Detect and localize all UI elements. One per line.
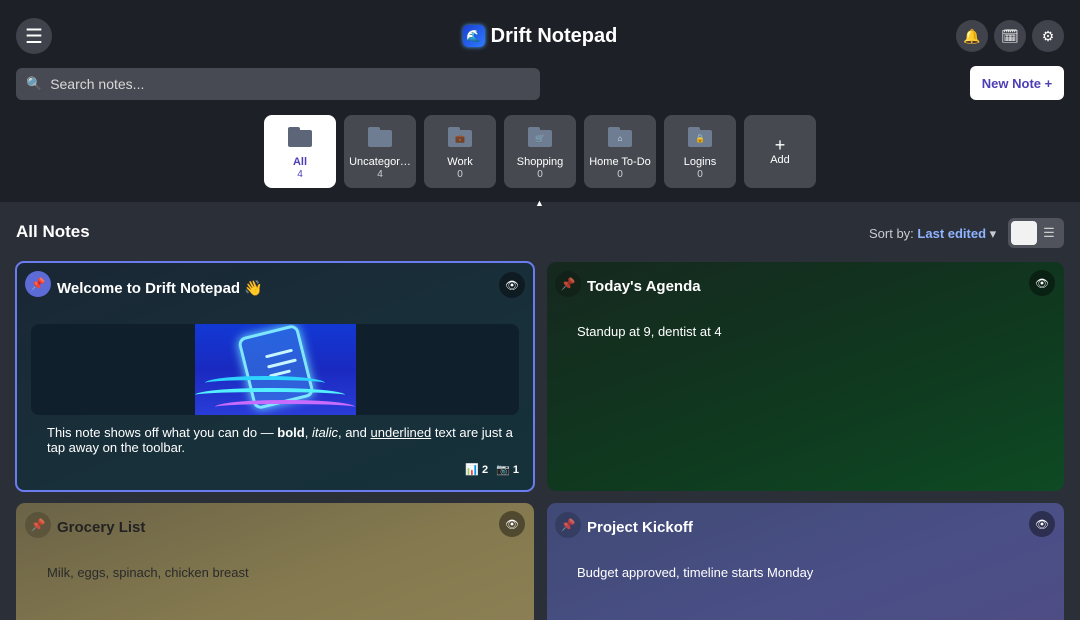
folder-count: 4	[377, 169, 383, 180]
folder-bar: All 4 Uncategor… 4 💼 Work 0 🛒 Shopping 0…	[264, 115, 816, 188]
preview-button[interactable]: 👁	[1029, 511, 1055, 537]
preview-button[interactable]: 👁	[1029, 270, 1055, 296]
sort-value: Last edited	[917, 226, 987, 241]
briefcase-folder-icon: 💼	[448, 127, 472, 147]
folder-shopping[interactable]: 🛒 Shopping 0	[504, 115, 576, 188]
add-folder-label: Add	[770, 154, 790, 166]
folder-name: All	[292, 156, 308, 168]
list-view-button[interactable]: ☰	[1037, 225, 1061, 241]
notepad-illustration	[195, 324, 356, 415]
preview-button[interactable]: 👁	[499, 272, 525, 298]
page-title: All Notes	[16, 222, 90, 241]
folder-count: 0	[697, 169, 703, 180]
chart-icon: 📊	[465, 464, 479, 476]
camera-icon: 📷	[496, 464, 510, 476]
pin-icon: 📌	[560, 277, 576, 291]
eye-icon: 👁	[1035, 518, 1049, 531]
home-folder-icon: ⌂	[608, 127, 632, 147]
pin-button[interactable]: 📌	[555, 271, 581, 297]
note-preview-text: Standup at 9, dentist at 4	[577, 324, 722, 339]
folder-logins[interactable]: 🔒 Logins 0	[664, 115, 736, 188]
collapse-caret-icon[interactable]: ▲	[535, 198, 544, 208]
sort-control[interactable]: Sort by: Last edited ▾	[869, 226, 996, 242]
note-card-project[interactable]: 📌 Project Kickoff 👁 Budget approved, tim…	[547, 503, 1064, 620]
app-title-bar: 🌊 Drift Notepad	[0, 24, 1080, 48]
app-header: ☰ 🌊 Drift Notepad 🔔 🗓 ⚙ 🔍 New Note + All…	[0, 0, 1080, 202]
eye-icon: 👁	[505, 518, 519, 531]
cart-folder-icon: 🛒	[528, 127, 552, 147]
folder-name: Shopping	[516, 156, 564, 168]
folder-count: 0	[617, 169, 623, 180]
app-logo-icon: 🌊	[462, 25, 485, 47]
settings-button[interactable]: ⚙	[1032, 20, 1064, 52]
pin-button[interactable]: 📌	[25, 512, 51, 538]
folder-work[interactable]: 💼 Work 0	[424, 115, 496, 188]
new-note-button[interactable]: New Note +	[970, 66, 1064, 100]
notifications-button[interactable]: 🔔	[956, 20, 988, 52]
note-title: Welcome to Drift Notepad 👋	[57, 280, 263, 297]
folder-name: Logins	[683, 156, 717, 168]
grid-view-button[interactable]	[1011, 221, 1037, 245]
search-bar: 🔍	[16, 68, 540, 100]
folder-name: Home To-Do	[589, 156, 651, 168]
folder-count: 4	[297, 169, 303, 180]
note-preview-text: Budget approved, timeline starts Monday	[577, 565, 814, 580]
chevron-down-icon: ▾	[989, 226, 997, 241]
preview-button[interactable]: 👁	[499, 511, 525, 537]
gear-icon: ⚙	[1041, 27, 1055, 44]
pin-icon: 📌	[560, 518, 576, 532]
calendar-icon: 🗓	[1001, 27, 1019, 44]
folder-all[interactable]: All 4	[264, 115, 336, 188]
app-title: Drift Notepad	[490, 24, 618, 47]
eye-icon: 👁	[505, 279, 519, 292]
view-toggle: ☰	[1008, 218, 1064, 248]
folder-count: 0	[537, 169, 543, 180]
pin-icon: 📌	[30, 518, 46, 532]
note-title: Today's Agenda	[587, 278, 701, 295]
note-image-strip	[31, 324, 519, 415]
pin-icon: 📌	[30, 277, 46, 291]
folder-icon	[368, 127, 392, 147]
folder-name: Work	[447, 156, 473, 168]
note-title: Grocery List	[57, 519, 146, 536]
note-preview-text: This note shows off what you can do — bo…	[47, 425, 513, 455]
search-icon: 🔍	[26, 76, 43, 91]
folder-icon	[288, 127, 312, 147]
note-title: Project Kickoff	[587, 519, 693, 536]
lock-folder-icon: 🔒	[688, 127, 712, 147]
charts-count: 📊 2	[465, 464, 489, 476]
folder-home-todo[interactable]: ⌂ Home To-Do 0	[584, 115, 656, 188]
photos-count: 📷 1	[496, 464, 519, 476]
folder-count: 0	[457, 169, 463, 180]
folder-uncategorized[interactable]: Uncategor… 4	[344, 115, 416, 188]
bell-icon: 🔔	[963, 27, 981, 44]
note-attachment-stats: 📊 2 📷 1	[465, 463, 519, 476]
add-folder-button[interactable]: + Add	[744, 115, 816, 188]
pin-button[interactable]: 📌	[25, 271, 51, 297]
eye-icon: 👁	[1035, 277, 1049, 290]
plus-icon: +	[774, 135, 786, 155]
list-icon: ☰	[1043, 225, 1055, 240]
note-card-agenda[interactable]: 📌 Today's Agenda 👁 Standup at 9, dentist…	[547, 262, 1064, 491]
search-input[interactable]	[50, 76, 511, 92]
note-card-welcome[interactable]: 📌 Welcome to Drift Notepad 👋 👁 This note…	[15, 261, 535, 492]
note-preview-text: Milk, eggs, spinach, chicken breast	[47, 565, 249, 580]
calendar-button[interactable]: 🗓	[994, 20, 1026, 52]
folder-name: Uncategor…	[349, 156, 411, 168]
pin-button[interactable]: 📌	[555, 512, 581, 538]
sort-label: Sort by:	[869, 226, 914, 241]
note-card-grocery[interactable]: 📌 Grocery List 👁 Milk, eggs, spinach, ch…	[16, 503, 534, 620]
